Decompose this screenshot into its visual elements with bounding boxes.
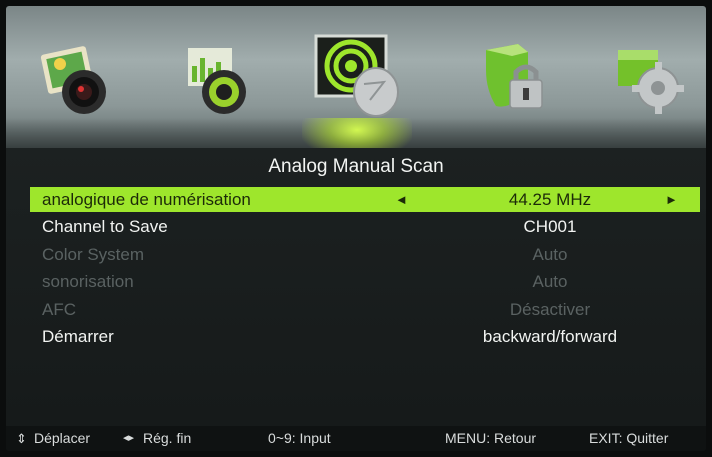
hint-menu-back: MENU: Retour (445, 430, 537, 446)
row-channel-to-save[interactable]: Channel to Save CH001 (30, 214, 700, 239)
lock-icon[interactable] (472, 40, 558, 120)
move-icon: ⇕ (16, 431, 27, 446)
menu-title: Analog Manual Scan (268, 156, 444, 177)
footer-hints: ⇕ Déplacer ◂▸ Rég. fin 0~9: Input MENU: … (6, 426, 706, 451)
row-value: backward/forward (482, 327, 618, 346)
fine-tune-icon: ◂▸ (123, 432, 135, 444)
hint-exit: EXIT: Quitter (589, 430, 669, 446)
row-value: Désactiver (509, 300, 591, 319)
arrow-left-icon[interactable]: ◄ (395, 187, 408, 212)
hint-fine-tune: Rég. fin (143, 430, 192, 446)
row-color-system: Color System Auto (30, 242, 700, 267)
row-value: 44.25 MHz (508, 190, 592, 209)
row-value: CH001 (523, 217, 577, 236)
row-label: Color System (42, 245, 145, 264)
row-label: analogique de numérisation (42, 190, 251, 209)
picture-icon[interactable] (34, 40, 120, 120)
row-afc: AFC Désactiver (30, 297, 700, 322)
arrow-right-icon[interactable]: ► (665, 187, 678, 212)
hint-input: 0~9: Input (268, 430, 331, 446)
row-label: sonorisation (42, 272, 134, 291)
channel-icon[interactable] (310, 32, 406, 122)
row-label: Channel to Save (42, 217, 168, 236)
row-start[interactable]: Démarrer backward/forward (30, 324, 700, 349)
row-analog-scan[interactable]: analogique de numérisation ◄ 44.25 MHz ► (30, 187, 700, 212)
row-sound-system: sonorisation Auto (30, 269, 700, 294)
hint-move: Déplacer (34, 430, 91, 446)
sound-icon[interactable] (174, 40, 260, 120)
row-label: Démarrer (42, 327, 114, 346)
tv-screen: Analog Manual Scan analogique de numéris… (6, 6, 706, 451)
setup-icon[interactable] (606, 40, 692, 120)
row-value: Auto (532, 245, 568, 264)
row-label: AFC (42, 300, 76, 319)
row-value: Auto (532, 272, 568, 291)
